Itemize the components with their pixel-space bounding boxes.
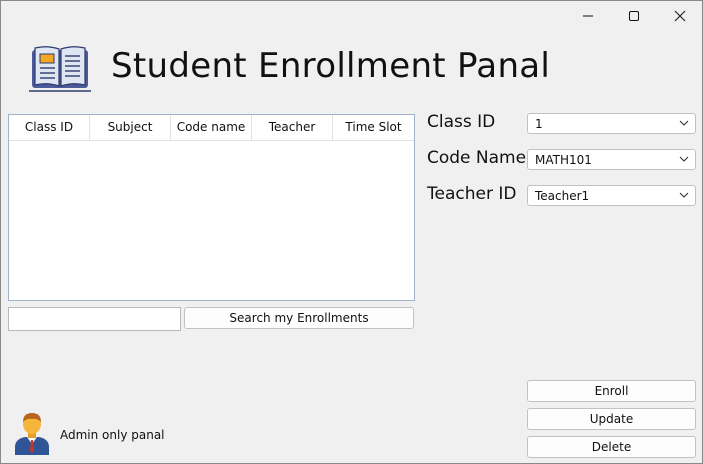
column-header-teacher[interactable]: Teacher xyxy=(252,115,333,140)
minimize-icon xyxy=(583,15,593,17)
column-header-class-id[interactable]: Class ID xyxy=(9,115,90,140)
column-header-time-slot[interactable]: Time Slot xyxy=(333,115,414,140)
main-window: Student Enrollment Panal Class ID Subjec… xyxy=(0,0,703,464)
enroll-button[interactable]: Enroll xyxy=(527,380,696,402)
code-name-value: MATH101 xyxy=(535,153,592,167)
close-button[interactable] xyxy=(657,1,702,31)
admin-panel-label: Admin only panal xyxy=(60,428,165,442)
column-header-subject[interactable]: Subject xyxy=(90,115,171,140)
class-id-value: 1 xyxy=(535,117,543,131)
class-id-label: Class ID xyxy=(427,112,496,132)
close-icon xyxy=(674,10,686,22)
chevron-down-icon xyxy=(679,156,689,162)
maximize-button[interactable] xyxy=(611,1,657,31)
chevron-down-icon xyxy=(679,120,689,126)
table-header: Class ID Subject Code name Teacher Time … xyxy=(9,115,414,141)
maximize-icon xyxy=(629,11,639,21)
teacher-id-select[interactable]: Teacher1 xyxy=(527,185,696,206)
minimize-button[interactable] xyxy=(565,1,611,31)
admin-user-icon xyxy=(15,413,49,455)
teacher-id-value: Teacher1 xyxy=(535,189,590,203)
enrollments-table[interactable]: Class ID Subject Code name Teacher Time … xyxy=(8,114,415,301)
chevron-down-icon xyxy=(679,192,689,198)
search-input[interactable] xyxy=(8,307,181,331)
class-id-select[interactable]: 1 xyxy=(527,113,696,134)
update-button[interactable]: Update xyxy=(527,408,696,430)
code-name-select[interactable]: MATH101 xyxy=(527,149,696,170)
code-name-label: Code Name xyxy=(427,148,527,168)
open-book-icon xyxy=(29,46,91,92)
page-title: Student Enrollment Panal xyxy=(111,46,551,86)
column-header-code-name[interactable]: Code name xyxy=(171,115,252,140)
search-enrollments-button[interactable]: Search my Enrollments xyxy=(184,307,414,329)
delete-button[interactable]: Delete xyxy=(527,436,696,458)
teacher-id-label: Teacher ID xyxy=(427,184,517,204)
